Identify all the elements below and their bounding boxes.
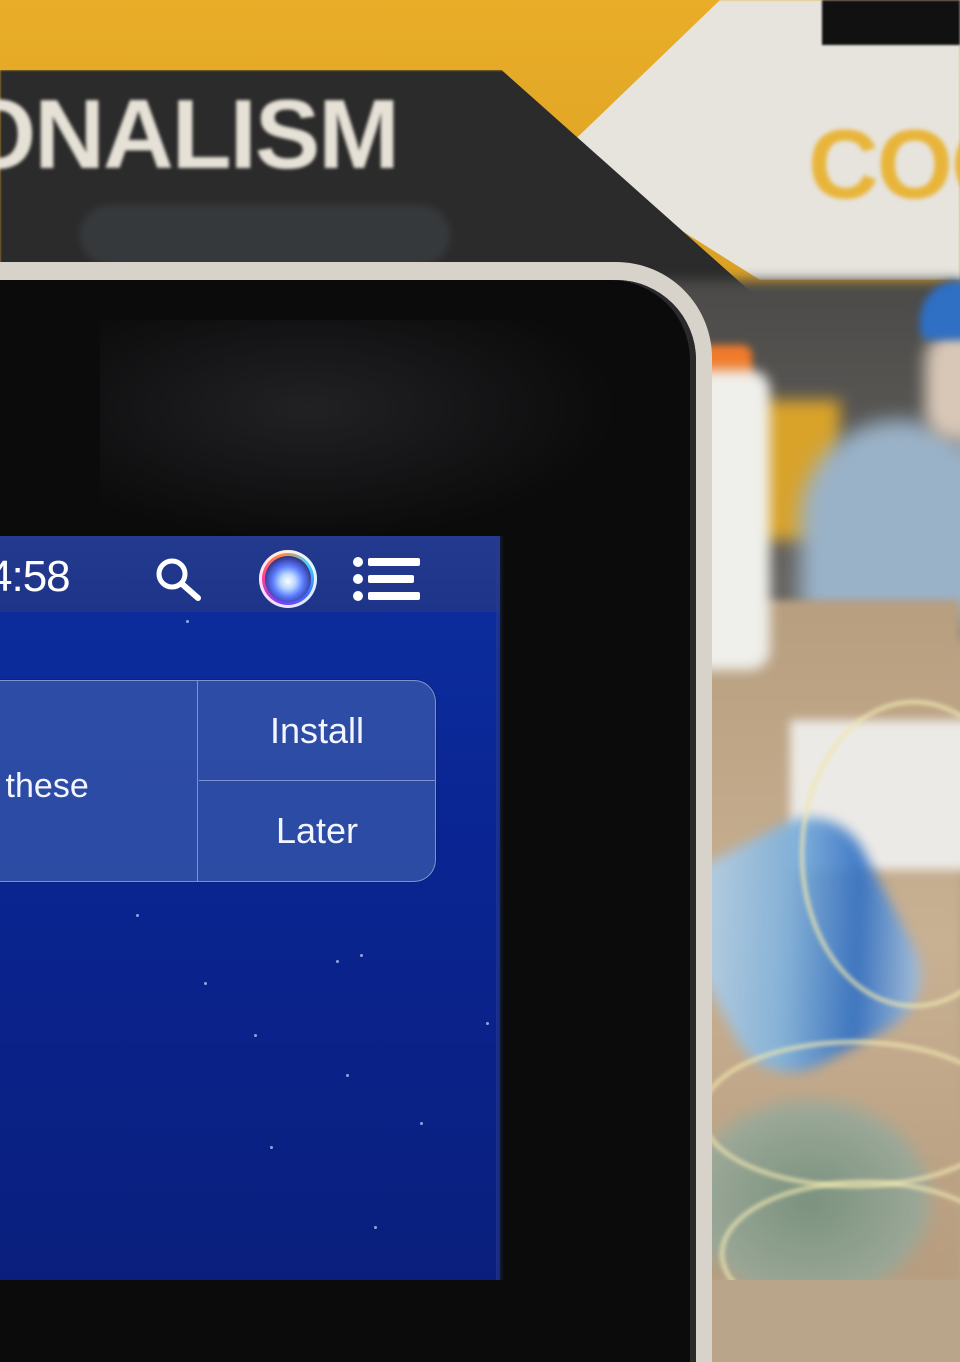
search-icon[interactable]	[150, 554, 206, 602]
bezel-reflection	[100, 320, 620, 540]
banner-text-left: ONALISM	[0, 79, 400, 189]
siri-orb	[265, 556, 311, 602]
laptop-screen: 4:58 ll these Install Later	[0, 536, 500, 1280]
later-button[interactable]: Later	[199, 781, 435, 880]
banner-text-right: COO	[808, 109, 960, 219]
notification-center-icon[interactable]	[352, 556, 422, 602]
siri-icon[interactable]	[259, 550, 317, 608]
notification-body[interactable]: ll these	[0, 681, 198, 881]
notification-message: ll these	[0, 767, 89, 805]
banner-slot-shape	[80, 205, 450, 265]
person-face	[925, 330, 960, 440]
software-update-notification: ll these Install Later	[0, 680, 436, 882]
notification-actions: Install Later	[199, 681, 435, 881]
menu-bar-clock[interactable]: 4:58	[0, 552, 71, 602]
desktop-wallpaper	[0, 536, 500, 1280]
banner-black-strip	[822, 0, 960, 45]
menu-bar: 4:58	[0, 536, 500, 612]
screen-edge-glow	[496, 536, 504, 1280]
install-button[interactable]: Install	[199, 681, 435, 781]
